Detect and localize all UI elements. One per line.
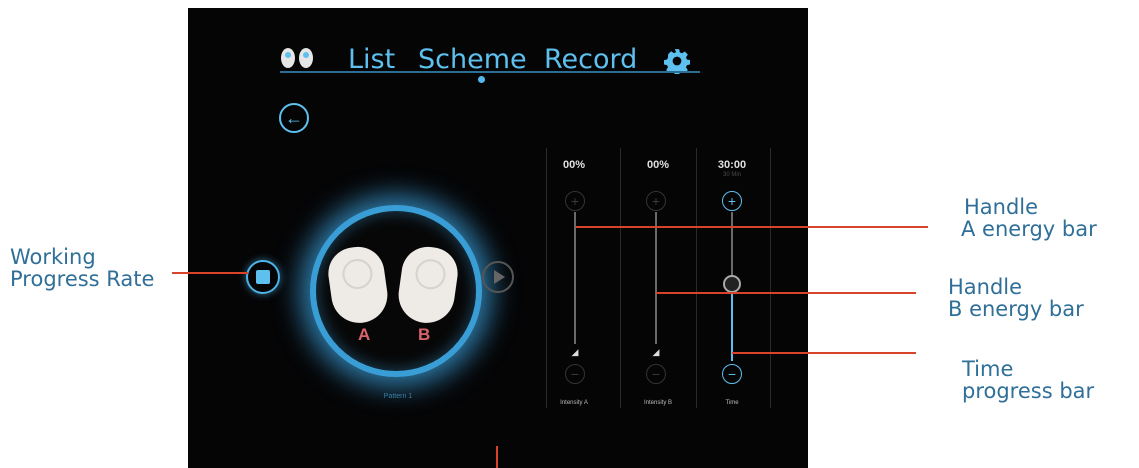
annotation-pointer-handle-b <box>656 292 916 294</box>
signal-icon: ◢ <box>571 347 579 357</box>
nav-underline <box>280 71 700 73</box>
handle-b-icon <box>394 243 462 327</box>
handle-a-ring <box>340 257 375 291</box>
stop-button[interactable] <box>246 260 280 294</box>
intensity-a-value: 00% <box>562 159 586 171</box>
intensity-b-value: 00% <box>646 159 670 171</box>
handle-b-label: B <box>418 325 431 344</box>
annotation-pointer-handle-a <box>576 226 928 228</box>
annotation-pointer-working-progress <box>172 272 248 274</box>
column-divider <box>770 148 771 408</box>
signal-icon: ◢ <box>652 347 660 357</box>
time-label: Time <box>725 400 739 406</box>
annotation-line-1: Time <box>962 357 1014 381</box>
device-screen: List Scheme Record ← A B Pattern 1 00% +… <box>188 8 808 468</box>
column-divider <box>620 148 621 408</box>
top-nav: List Scheme Record <box>188 44 808 84</box>
arrow-left-icon: ← <box>285 108 303 128</box>
intensity-b-label: Intensity B <box>643 400 672 406</box>
time-track-remaining <box>731 212 733 278</box>
time-minus-button[interactable]: − <box>722 364 742 384</box>
annotation-handle-b: Handle B energy bar <box>948 276 1084 320</box>
time-value: 30:00 <box>717 159 747 171</box>
annotation-time-progress: Time progress bar <box>962 358 1094 402</box>
back-button[interactable]: ← <box>279 103 309 133</box>
intensity-a-plus-button[interactable]: + <box>565 191 585 211</box>
handle-a-icon <box>324 243 392 327</box>
time-plus-button[interactable]: + <box>722 191 742 211</box>
plan-label: Pattern 1 <box>383 393 413 400</box>
intensity-a-minus-button[interactable]: − <box>565 364 585 384</box>
intensity-b-minus-button[interactable]: − <box>646 364 666 384</box>
annotation-line-1: Working <box>10 245 96 269</box>
annotation-line-1: Handle <box>964 195 1039 219</box>
handles-display: A B <box>310 205 482 377</box>
column-divider <box>696 148 697 408</box>
time-sub-label: 30 Min <box>722 172 741 178</box>
intensity-a-label: Intensity A <box>560 400 588 406</box>
annotation-line-2: Progress Rate <box>10 267 155 291</box>
play-icon <box>494 270 505 284</box>
annotation-line-1: Handle <box>948 275 1023 299</box>
nav-indicator <box>478 76 485 83</box>
column-divider <box>546 148 547 408</box>
annotation-line-2: B energy bar <box>948 297 1084 321</box>
annotation-handle-a: Handle A energy bar <box>961 195 1097 241</box>
pads-icon[interactable] <box>278 46 318 72</box>
intensity-b-plus-button[interactable]: + <box>646 191 666 211</box>
time-slider-knob[interactable] <box>723 275 741 293</box>
play-button[interactable] <box>482 261 514 293</box>
intensity-a-slider[interactable] <box>574 212 576 344</box>
handle-a-label: A <box>358 325 371 344</box>
intensity-b-slider[interactable] <box>655 212 657 344</box>
annotation-pointer-time-progress <box>732 352 916 354</box>
time-progress-fill <box>731 293 733 361</box>
annotation-working-progress: Working Progress Rate <box>10 246 154 290</box>
annotation-line-2: progress bar <box>962 379 1095 403</box>
annotation-line-2: A energy bar <box>961 217 1097 241</box>
stop-icon <box>256 270 270 284</box>
handle-b-ring <box>413 257 448 292</box>
annotation-pointer-bottom <box>496 446 498 468</box>
